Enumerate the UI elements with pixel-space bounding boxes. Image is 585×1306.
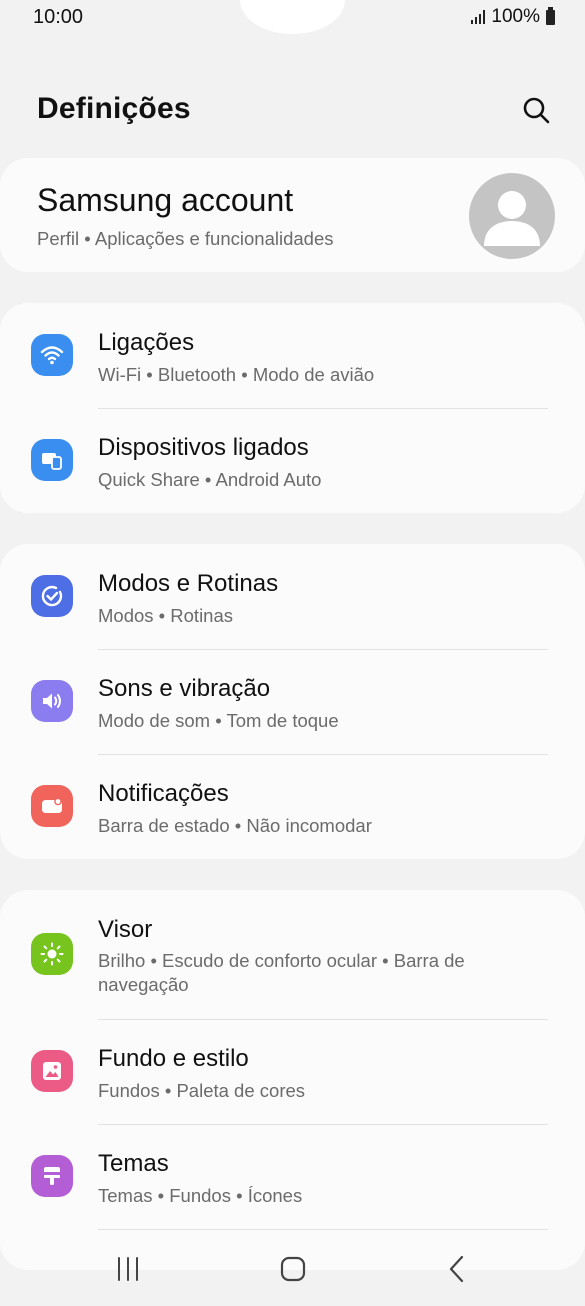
item-title: Ligações	[98, 329, 195, 356]
search-button[interactable]	[518, 92, 554, 128]
battery-percentage: 100%	[491, 6, 540, 27]
navigation-bar	[0, 1232, 585, 1306]
home-button[interactable]	[275, 1252, 311, 1286]
item-subtitle: Modo de som • Tom de toque	[98, 710, 339, 731]
settings-item-sons-vibracao[interactable]: Sons e vibração Modo de som • Tom de toq…	[0, 649, 585, 754]
item-subtitle: Temas • Fundos • Ícones	[98, 1185, 303, 1206]
settings-item-dispositivos-ligados[interactable]: Dispositivos ligados Quick Share • Andro…	[0, 408, 585, 513]
status-indicators: 100%	[471, 6, 555, 28]
settings-item-notificacoes[interactable]: Notificações Barra de estado • Não incom…	[0, 754, 585, 859]
item-subtitle: Barra de estado • Não incomodar	[98, 815, 372, 836]
item-subtitle: Quick Share • Android Auto	[98, 469, 322, 490]
item-subtitle: Wi-Fi • Bluetooth • Modo de avião	[98, 364, 375, 385]
samsung-account-card[interactable]: Samsung account Perfil • Aplicações e fu…	[0, 158, 585, 272]
settings-group-connections: Ligações Wi-Fi • Bluetooth • Modo de avi…	[0, 303, 585, 513]
recent-apps-button[interactable]	[110, 1254, 146, 1284]
brightness-icon	[31, 933, 73, 975]
signal-icon	[471, 10, 486, 24]
speaker-icon	[31, 680, 73, 722]
back-button[interactable]	[440, 1252, 476, 1286]
settings-item-fundo-estilo[interactable]: Fundo e estilo Fundos • Paleta de cores	[0, 1019, 585, 1124]
settings-item-modos-rotinas[interactable]: Modos e Rotinas Modos • Rotinas	[0, 544, 585, 649]
wifi-icon	[31, 334, 73, 376]
battery-icon	[546, 6, 555, 25]
settings-group-sounds: Modos e Rotinas Modos • Rotinas Sons e v…	[0, 544, 585, 859]
settings-item-temas[interactable]: Temas Temas • Fundos • Ícones	[0, 1124, 585, 1229]
themes-icon	[31, 1155, 73, 1197]
page-title: Definições	[37, 92, 191, 125]
settings-item-ligacoes[interactable]: Ligações Wi-Fi • Bluetooth • Modo de avi…	[0, 303, 585, 408]
search-icon	[523, 97, 550, 124]
person-icon	[484, 191, 540, 246]
item-subtitle: Brilho • Escudo de conforto ocular • Bar…	[98, 950, 465, 995]
item-title: Dispositivos ligados	[98, 434, 309, 461]
settings-item-visor[interactable]: Visor Brilho • Escudo de conforto ocular…	[0, 890, 585, 1019]
settings-group-display: Visor Brilho • Escudo de conforto ocular…	[0, 890, 585, 1270]
wallpaper-icon	[31, 1050, 73, 1092]
connected-devices-icon	[31, 439, 73, 481]
account-title: Samsung account	[37, 182, 294, 218]
item-title: Fundo e estilo	[98, 1045, 249, 1072]
item-title: Notificações	[98, 780, 229, 807]
status-bar: 10:00 100%	[0, 0, 585, 34]
item-subtitle: Modos • Rotinas	[98, 605, 234, 626]
item-title: Temas	[98, 1150, 169, 1177]
item-title: Modos e Rotinas	[98, 570, 279, 597]
avatar[interactable]	[469, 173, 555, 259]
account-subtitle: Perfil • Aplicações e funcionalidades	[37, 228, 334, 249]
item-title: Sons e vibração	[98, 675, 271, 702]
notifications-icon	[31, 785, 73, 827]
item-subtitle: Fundos • Paleta de cores	[98, 1080, 306, 1101]
divider	[98, 1229, 548, 1230]
item-title: Visor	[98, 916, 153, 943]
status-time: 10:00	[33, 6, 84, 28]
routines-icon	[31, 575, 73, 617]
